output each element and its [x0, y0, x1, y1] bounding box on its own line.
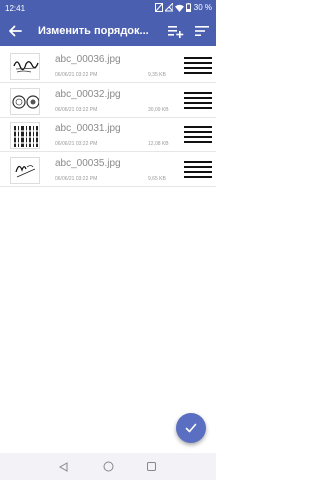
file-name: abc_00032.jpg	[55, 88, 121, 100]
file-name: abc_00035.jpg	[55, 157, 121, 169]
file-size: 9,65 KB	[148, 175, 166, 182]
list-item[interactable]: abc_00036.jpg 06/06/21 03:22 PM 9,35 KB	[0, 50, 216, 83]
drag-handle-icon[interactable]	[184, 160, 212, 180]
wifi-icon	[174, 4, 184, 12]
file-size: 30,09 KB	[148, 106, 169, 113]
file-date: 06/06/21 03:22 PM	[55, 141, 98, 147]
app-bar: Изменить порядок...	[0, 17, 216, 46]
status-bar: 12:41 30 %	[0, 0, 216, 17]
confirm-fab-button[interactable]	[176, 413, 206, 443]
status-time: 12:41	[5, 4, 26, 13]
file-thumbnail	[10, 156, 40, 184]
no-sim-icon	[154, 3, 163, 12]
list-item[interactable]: abc_00032.jpg 06/06/21 03:22 PM 30,09 KB	[0, 84, 216, 118]
list-item[interactable]: abc_00031.jpg 06/06/21 03:22 PM 12,08 KB	[0, 119, 216, 152]
file-thumbnail	[10, 87, 40, 115]
drag-handle-icon[interactable]	[184, 91, 212, 111]
battery-icon	[185, 3, 191, 12]
page-title: Изменить порядок...	[38, 25, 149, 37]
nav-home-icon[interactable]	[103, 461, 114, 472]
file-date: 06/06/21 03:22 PM	[55, 106, 98, 113]
status-icons: 30 %	[154, 3, 212, 12]
sort-icon[interactable]	[193, 22, 211, 40]
file-size: 12,08 KB	[148, 141, 169, 147]
file-size: 9,35 KB	[148, 72, 166, 78]
drag-handle-icon[interactable]	[184, 57, 212, 76]
file-date: 06/06/21 03:22 PM	[55, 72, 98, 78]
drag-handle-icon[interactable]	[184, 126, 212, 145]
check-icon	[185, 423, 197, 433]
arrow-left-icon[interactable]	[6, 22, 24, 40]
file-list: abc_00036.jpg 06/06/21 03:22 PM 9,35 KB …	[0, 50, 216, 188]
file-name: abc_00031.jpg	[55, 123, 121, 134]
screen: 12:41 30 % Изменить порядок... abc_00036…	[0, 0, 216, 480]
file-thumbnail	[10, 53, 40, 80]
file-date: 06/06/21 03:22 PM	[55, 175, 98, 182]
list-item[interactable]: abc_00035.jpg 06/06/21 03:22 PM 9,65 KB	[0, 153, 216, 187]
system-nav-bar	[0, 453, 216, 480]
battery-percent: 30 %	[193, 3, 212, 12]
file-thumbnail	[10, 122, 40, 149]
nav-back-icon[interactable]	[59, 462, 68, 472]
nav-recents-icon[interactable]	[147, 462, 156, 471]
no-signal-icon	[164, 3, 173, 12]
playlist-add-icon[interactable]	[166, 22, 184, 40]
file-name: abc_00036.jpg	[55, 54, 121, 65]
